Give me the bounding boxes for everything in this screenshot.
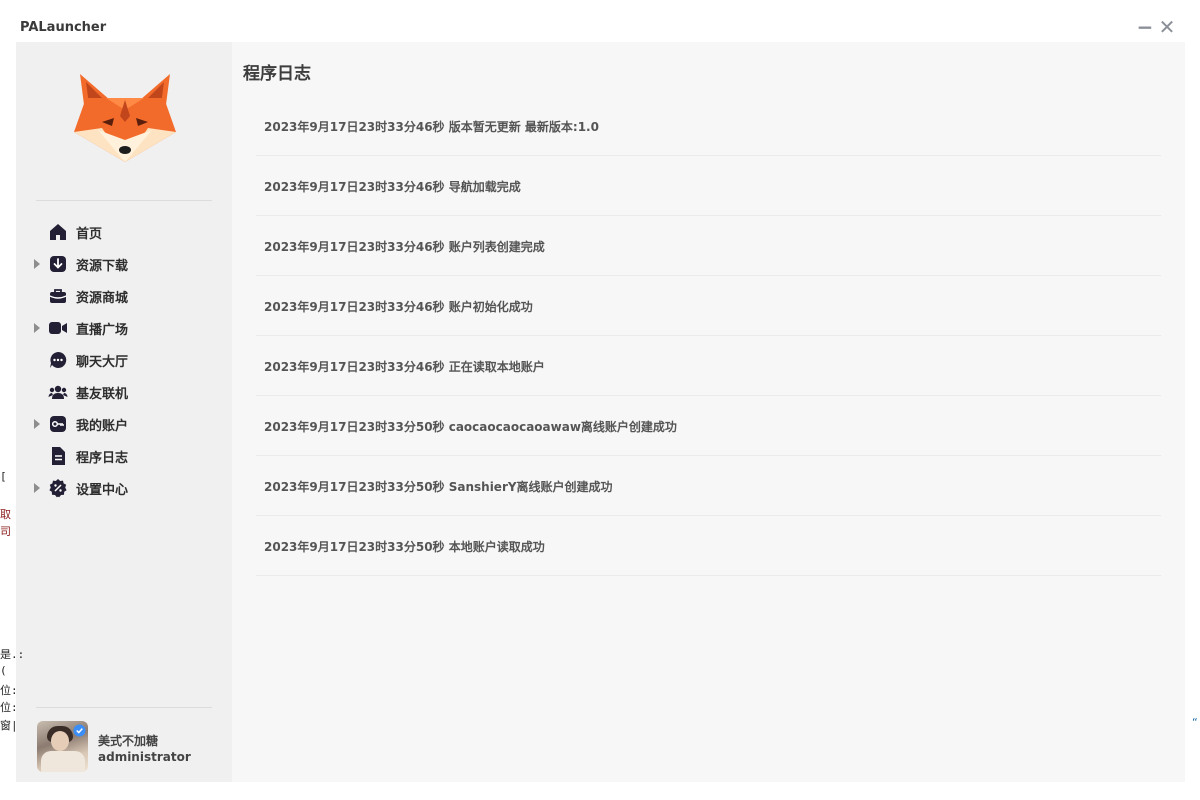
close-button[interactable]: ✕ [1158,16,1176,38]
sidebar-item-label: 程序日志 [76,451,129,466]
sidebar-item-home[interactable]: 首页 [16,216,232,248]
log-entry-text: 2023年9月17日23时33分46秒 导航加载完成 [264,180,521,194]
list-item: 2023年9月17日23时33分46秒 账户初始化成功 [256,276,1161,336]
expand-caret-icon[interactable] [34,259,40,269]
list-item: 2023年9月17日23时33分50秒 本地账户读取成功 [256,516,1161,576]
edge-fragment: 位: [0,701,18,714]
title-bar[interactable]: PALauncher − ✕ [0,0,1200,42]
sidebar-item-account[interactable]: 我的账户 [16,408,232,440]
page-title: 程序日志 [243,64,311,84]
edge-fragment: [ [0,470,7,483]
file-text-icon [52,447,65,465]
sidebar-item-label: 设置中心 [76,483,129,498]
expand-caret-icon[interactable] [34,419,40,429]
chat-bubble-icon [50,351,67,368]
expand-caret-icon[interactable] [34,323,40,333]
video-camera-icon [49,322,67,334]
log-entry-text: 2023年9月17日23时33分50秒 SanshierY离线账户创建成功 [264,480,613,494]
log-entry-text: 2023年9月17日23时33分46秒 账户列表创建完成 [264,240,545,254]
sidebar-item-label: 基友联机 [76,387,129,402]
sidebar-item-settings[interactable]: 设置中心 [16,472,232,504]
fox-logo-icon [74,74,176,162]
user-profile[interactable]: 美式不加糖 administrator [36,721,226,773]
sidebar-nav: 首页 资源下载 资源商城 直播广场 聊天大厅 基友联机 我的账户 程序日志 设置… [16,216,232,504]
edge-fragment: 是.: [0,648,25,661]
log-entry-text: 2023年9月17日23时33分50秒 caocaocaocaoawaw离线账户… [264,420,677,434]
sidebar-item-downloads[interactable]: 资源下载 [16,248,232,280]
sidebar-item-shop[interactable]: 资源商城 [16,280,232,312]
log-list[interactable]: 2023年9月17日23时33分46秒 版本暂无更新 最新版本:1.0 2023… [256,96,1161,576]
sidebar-item-live[interactable]: 直播广场 [16,312,232,344]
download-icon [50,256,66,272]
expand-caret-icon[interactable] [34,483,40,493]
sidebar-item-chat[interactable]: 聊天大厅 [16,344,232,376]
background-window-edge: [ 取 司 是.: ( 位: 位: 窗| [0,0,24,800]
main-content: 程序日志 2023年9月17日23时33分46秒 版本暂无更新 最新版本:1.0… [232,42,1185,782]
edge-fragment: 窗| [0,719,18,732]
shop-icon [49,289,67,303]
sidebar-item-label: 聊天大厅 [76,355,129,370]
list-item: 2023年9月17日23时33分46秒 账户列表创建完成 [256,216,1161,276]
log-entry-text: 2023年9月17日23时33分46秒 正在读取本地账户 [264,360,545,374]
sidebar-item-label: 资源商城 [76,291,129,306]
list-item: 2023年9月17日23时33分46秒 正在读取本地账户 [256,336,1161,396]
sidebar: 首页 资源下载 资源商城 直播广场 聊天大厅 基友联机 我的账户 程序日志 设置… [16,42,232,782]
list-item: 2023年9月17日23时33分50秒 SanshierY离线账户创建成功 [256,456,1161,516]
app-window: PALauncher − ✕ 首页 资源下载 资源商城 直播广场 聊天大厅 基友… [0,0,1200,800]
settings-badge-icon [49,479,67,498]
minimize-button[interactable]: − [1136,16,1154,38]
list-item: 2023年9月17日23时33分46秒 导航加载完成 [256,156,1161,216]
users-icon [48,385,68,399]
user-name: 美式不加糖 [98,734,159,748]
sidebar-item-label: 直播广场 [76,323,129,338]
home-icon [50,224,66,240]
app-title: PALauncher [20,20,107,35]
sidebar-item-label: 资源下载 [76,259,129,274]
sidebar-item-label: 首页 [76,227,103,242]
verified-badge-icon [73,724,86,737]
edge-fragment: 司 [0,525,11,538]
sidebar-item-multiplayer[interactable]: 基友联机 [16,376,232,408]
edge-fragment: “ [1192,716,1198,729]
edge-fragment: 取 [0,508,11,521]
list-item: 2023年9月17日23时33分46秒 版本暂无更新 最新版本:1.0 [256,96,1161,156]
log-entry-text: 2023年9月17日23时33分46秒 账户初始化成功 [264,300,533,314]
sidebar-divider [36,200,212,201]
log-entry-text: 2023年9月17日23时33分50秒 本地账户读取成功 [264,540,545,554]
sidebar-divider [36,707,212,708]
log-entry-text: 2023年9月17日23时33分46秒 版本暂无更新 最新版本:1.0 [264,120,599,134]
edge-fragment: ( [0,664,7,677]
edge-fragment: 位: [0,684,18,697]
list-item: 2023年9月17日23时33分50秒 caocaocaocaoawaw离线账户… [256,396,1161,456]
user-role: administrator [98,750,191,764]
key-icon [50,416,66,432]
sidebar-item-label: 我的账户 [76,419,129,434]
sidebar-item-logs[interactable]: 程序日志 [16,440,232,472]
